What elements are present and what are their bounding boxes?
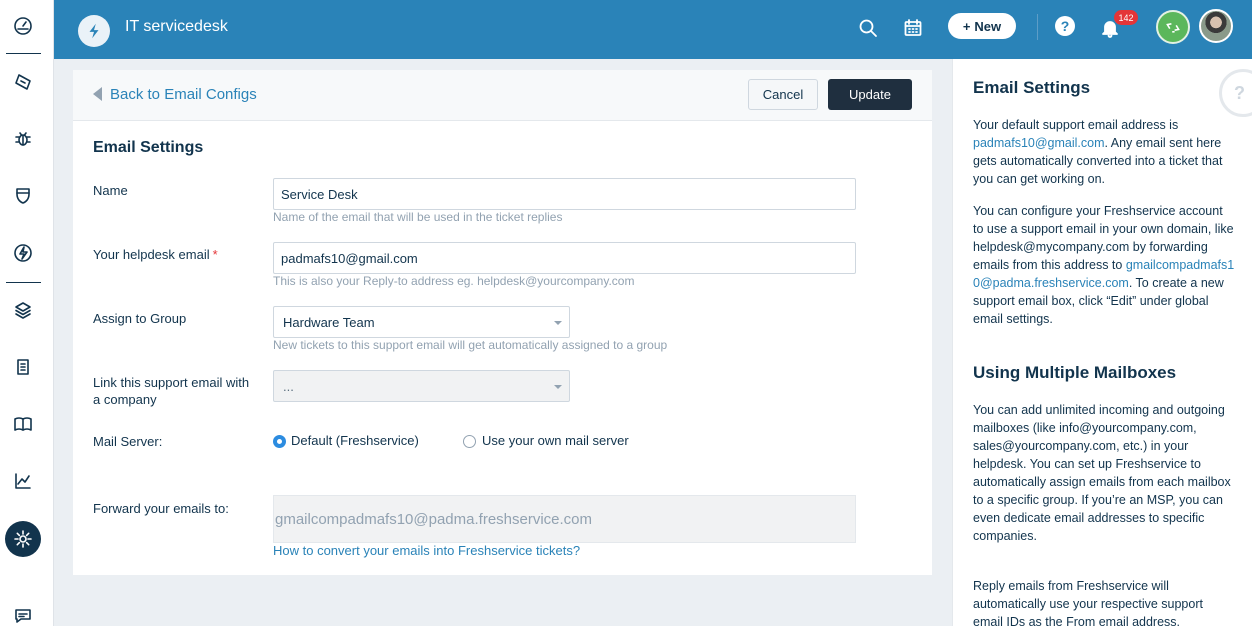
solutions-icon[interactable]: [11, 412, 35, 436]
user-avatar[interactable]: [1199, 9, 1233, 43]
changes-icon[interactable]: [11, 184, 35, 208]
assign-group-value: Hardware Team: [283, 314, 375, 330]
reports-icon[interactable]: [11, 469, 35, 493]
radio-own-label: Use your own mail server: [482, 433, 629, 448]
link-company-value: ...: [283, 378, 294, 394]
problems-icon[interactable]: [11, 127, 35, 151]
assets-icon[interactable]: [11, 298, 35, 322]
app-title: IT servicedesk: [125, 18, 228, 35]
name-hint: Name of the email that will be used in t…: [273, 210, 563, 224]
convert-emails-help-link[interactable]: How to convert your emails into Freshser…: [273, 543, 580, 558]
recycle-icon[interactable]: [1156, 10, 1190, 44]
name-label: Name: [93, 183, 128, 198]
helpdesk-email-hint: This is also your Reply-to address eg. h…: [273, 274, 635, 288]
assign-group-select[interactable]: Hardware Team: [273, 306, 570, 338]
nav-divider: [6, 282, 41, 283]
chat-icon[interactable]: [11, 604, 35, 626]
name-input[interactable]: Service Desk: [273, 178, 856, 210]
new-button[interactable]: + New: [948, 13, 1016, 39]
freshservice-logo-icon[interactable]: [78, 15, 110, 47]
link-company-label: Link this support email with a company: [93, 375, 250, 407]
sidebar-para-configure: You can configure your Freshservice acco…: [973, 204, 1235, 326]
plus-icon: +: [962, 18, 971, 34]
radio-default-label: Default (Freshservice): [291, 433, 419, 448]
sidebar-title-email-settings: Email Settings: [973, 78, 1091, 97]
topbar-divider: [1037, 14, 1038, 40]
sidebar-para-default-address: Your default support email address is pa…: [973, 118, 1223, 186]
section-title: Email Settings: [93, 139, 204, 156]
forward-address-field[interactable]: gmailcompadmafs10@padma.freshservice.com: [273, 495, 856, 543]
assign-group-hint: New tickets to this support email will g…: [273, 338, 668, 352]
cancel-button[interactable]: Cancel: [748, 79, 818, 110]
email-config-panel: Back to Email Configs Cancel Update Emai…: [73, 70, 932, 575]
dashboard-icon[interactable]: [11, 14, 35, 38]
helpdesk-email-input[interactable]: padmafs10@gmail.com: [273, 242, 856, 274]
admin-icon[interactable]: [5, 521, 41, 557]
chevron-down-icon: [554, 385, 562, 389]
top-bar: IT servicedesk + New ? 142: [54, 0, 1252, 59]
required-marker: *: [212, 247, 218, 262]
sidebar-para-reply-emails: Reply emails from Freshservice will auto…: [973, 579, 1203, 626]
update-button[interactable]: Update: [828, 79, 912, 110]
default-email-link[interactable]: padmafs10@gmail.com: [973, 136, 1105, 150]
forward-label: Forward your emails to:: [93, 501, 229, 516]
nav-divider: [6, 53, 41, 54]
radio-own-mail-server[interactable]: [463, 435, 476, 448]
contracts-icon[interactable]: [11, 355, 35, 379]
releases-icon[interactable]: [11, 241, 35, 265]
help-bubble-icon[interactable]: ?: [1219, 69, 1252, 117]
search-icon[interactable]: [856, 16, 880, 40]
calendar-icon[interactable]: [901, 16, 925, 40]
link-company-select[interactable]: ...: [273, 370, 570, 402]
helpdesk-email-label: Your helpdesk email *: [93, 247, 218, 262]
panel-header: Back to Email Configs Cancel Update: [73, 70, 932, 121]
left-nav: [0, 0, 54, 626]
notification-badge: 142: [1114, 10, 1138, 25]
back-arrow-icon[interactable]: [93, 87, 102, 101]
sidebar-para-mailboxes: You can add unlimited incoming and outgo…: [973, 403, 1231, 543]
tickets-icon[interactable]: [11, 70, 35, 94]
back-to-email-configs-link[interactable]: Back to Email Configs: [110, 86, 257, 103]
assign-group-label: Assign to Group: [93, 311, 187, 326]
mail-server-label: Mail Server:: [93, 434, 163, 449]
help-icon[interactable]: ?: [1055, 16, 1075, 36]
help-sidebar: ? Email Settings Your default support em…: [952, 59, 1252, 626]
new-button-label: New: [974, 18, 1002, 34]
sidebar-title-multiple-mailboxes: Using Multiple Mailboxes: [973, 363, 1177, 382]
radio-default-freshservice[interactable]: [273, 435, 286, 448]
chevron-down-icon: [554, 321, 562, 325]
